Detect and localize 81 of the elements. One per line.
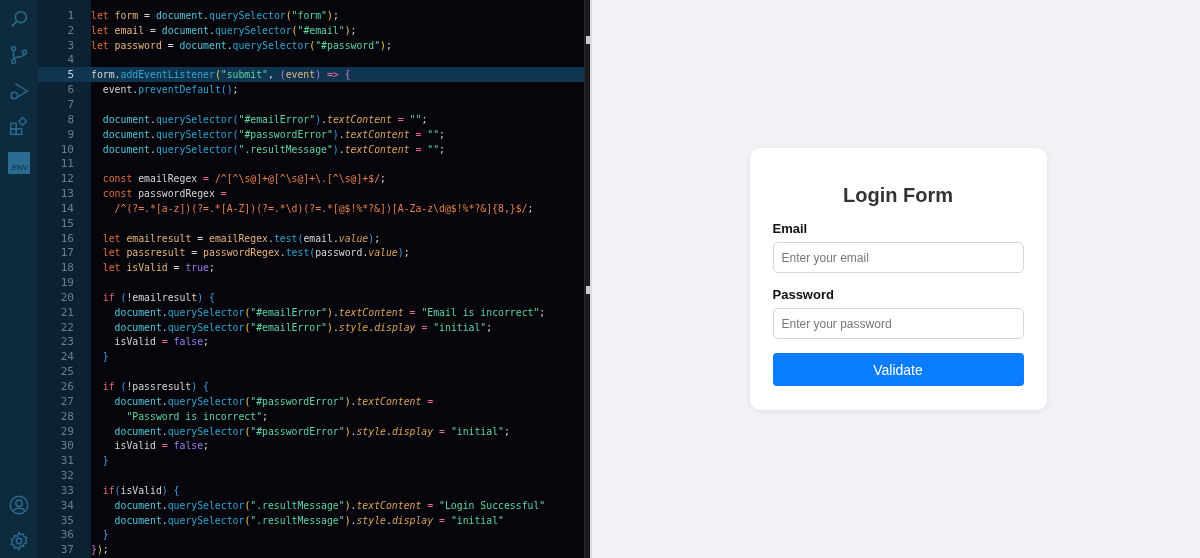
line-number: 4 xyxy=(66,53,74,67)
line-number: 3 xyxy=(66,38,74,52)
code-line: if(isValid) { xyxy=(101,484,180,496)
line-number: 18 xyxy=(59,261,74,275)
code-line: document.querySelector(".resultMessage").style.display = "initial" xyxy=(113,514,504,526)
settings-icon[interactable] xyxy=(8,530,30,552)
line-number: 10 xyxy=(59,142,74,156)
code-line: isValid = false; xyxy=(113,336,209,348)
code-line: document.querySelector(".resultMessage").textContent = ""; xyxy=(101,143,445,155)
line-number: 22 xyxy=(59,320,74,334)
line-number: 16 xyxy=(59,231,74,245)
form-title: Login Form xyxy=(842,184,954,207)
line-number: 26 xyxy=(59,380,74,393)
line-number: 2 xyxy=(66,23,74,37)
line-number: 35 xyxy=(59,513,74,527)
line-number: 8 xyxy=(66,112,74,126)
code-line: document.querySelector(".resultMessage").textContent = "Login Successful" xyxy=(113,499,546,511)
code-line: } xyxy=(101,529,109,541)
code-line: let passresult = passwordRegex.test(password.value); xyxy=(101,247,410,259)
account-icon[interactable] xyxy=(8,494,30,516)
line-number: 29 xyxy=(59,424,74,438)
line-number: 17 xyxy=(59,246,74,260)
line-number: 13 xyxy=(59,187,74,201)
code-line: let form = document.querySelector("form"); xyxy=(91,9,339,21)
line-number: 23 xyxy=(59,335,74,349)
line-number: 37 xyxy=(59,543,74,557)
field-label: Email xyxy=(772,221,809,236)
line-number: 21 xyxy=(59,305,74,319)
line-number: 19 xyxy=(59,276,74,290)
code-line: } xyxy=(101,351,109,363)
extensions-icon[interactable] xyxy=(8,116,30,138)
line-number: 20 xyxy=(59,290,74,304)
code-line: event.preventDefault(); xyxy=(101,84,239,96)
code-line: let isValid = true; xyxy=(101,262,215,274)
code-line: const passwordRegex = xyxy=(101,188,227,200)
branch-icon[interactable] xyxy=(8,44,30,66)
code-line: form.addEventListener("submit", (event) => { xyxy=(91,69,351,81)
line-number: 11 xyxy=(59,157,74,171)
code-line: "Password is incorrect"; xyxy=(125,410,268,422)
code-line: document.querySelector("#emailError").textContent = "Email is incorrect"; xyxy=(113,306,546,318)
line-number: 7 xyxy=(66,98,74,111)
input-field[interactable]: Enter your email xyxy=(772,242,1024,273)
line-number: 31 xyxy=(59,454,74,468)
line-number: 15 xyxy=(59,216,74,230)
line-number: 5 xyxy=(66,68,74,82)
validate-button[interactable]: Validate xyxy=(772,353,1024,386)
line-number: 33 xyxy=(59,483,74,497)
code-line: /^(?=.*[a-z])(?=.*[A-Z])(?=.*\d)(?=.*[@$!%*?&])[A-Za-z\d@$!%*?&]{8,}$/; xyxy=(113,202,534,214)
code-line: if (!passresult) { xyxy=(101,381,209,392)
code-line: isValid = false; xyxy=(113,440,209,452)
field-label: Password xyxy=(772,287,835,302)
code-line: const emailRegex = /^[^\s@]+@[^\s@]+\.[^\s@]+$/; xyxy=(101,173,386,185)
code-line: document.querySelector("#passwordError").textContent = xyxy=(113,395,434,407)
line-number: 34 xyxy=(59,498,74,512)
code-line: let emailresult = emailRegex.test(email.value); xyxy=(101,232,381,244)
code-line: document.querySelector("#emailError").style.display = "initial"; xyxy=(113,321,493,333)
run-debug-icon[interactable] xyxy=(8,80,30,102)
env-file-icon[interactable]: .ENV xyxy=(8,152,30,174)
input-field[interactable]: Enter your password xyxy=(772,308,1024,339)
code-line: }); xyxy=(91,544,109,556)
line-number: 6 xyxy=(66,83,74,97)
code-line: let password = document.querySelector("#password"); xyxy=(91,39,392,51)
search-icon[interactable] xyxy=(8,8,30,30)
line-number: 12 xyxy=(59,172,74,186)
code-line: } xyxy=(101,455,109,467)
line-number: 24 xyxy=(59,350,74,364)
line-number: 27 xyxy=(59,394,74,408)
code-line: let email = document.querySelector("#email"); xyxy=(91,24,357,36)
code-line: document.querySelector("#passwordError").style.display = "initial"; xyxy=(113,425,510,437)
code-line: document.querySelector("#emailError").textContent = ""; xyxy=(101,113,428,125)
line-number: 32 xyxy=(59,469,74,483)
line-number: 36 xyxy=(59,528,74,542)
line-number: 9 xyxy=(66,127,74,141)
scrollbar[interactable] xyxy=(584,0,590,558)
code-line: document.querySelector("#passwordError").textContent = ""; xyxy=(101,128,445,140)
line-number: 25 xyxy=(59,365,74,379)
code-line: if (!emailresult) { xyxy=(101,291,215,303)
line-number: 30 xyxy=(59,439,74,453)
line-number: 14 xyxy=(59,201,74,215)
line-number: 28 xyxy=(59,409,74,423)
line-number: 1 xyxy=(66,8,74,22)
